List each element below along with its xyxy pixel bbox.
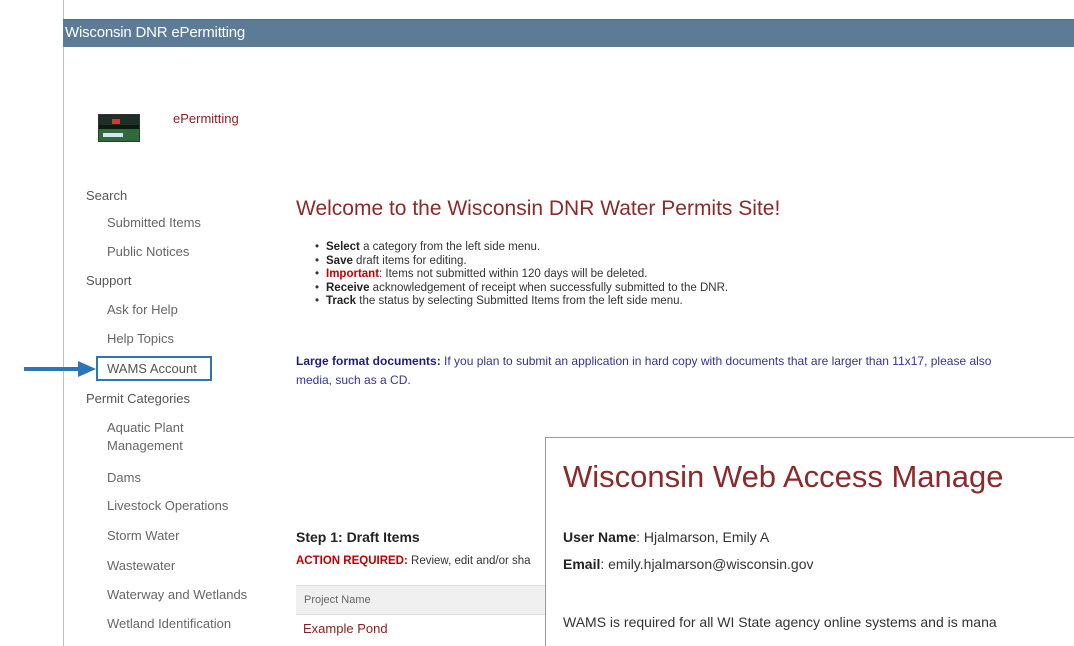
wams-popup-title: Wisconsin Web Access Manage: [563, 459, 1004, 494]
sidebar-item-public-notices[interactable]: Public Notices: [107, 244, 189, 259]
list-item: Track the status by selecting Submitted …: [315, 295, 728, 309]
list-item: Select a category from the left side men…: [315, 241, 728, 255]
sidebar-item-submitted-items[interactable]: Submitted Items: [107, 215, 201, 230]
sidebar-section-support[interactable]: Support: [86, 273, 132, 288]
arrow-right-icon: [24, 361, 96, 377]
wams-email: Email: emily.hjalmarson@wisconsin.gov: [563, 556, 814, 572]
top-header-bar: Wisconsin DNR ePermitting: [63, 19, 1074, 47]
wi-dnr-logo-icon[interactable]: [98, 114, 140, 142]
step1-heading: Step 1: Draft Items: [296, 529, 420, 545]
sidebar-section-permit-categories[interactable]: Permit Categories: [86, 391, 190, 406]
wams-account-popup: Wisconsin Web Access Manage User Name: H…: [545, 437, 1074, 646]
wams-account-highlight[interactable]: WAMS Account: [96, 356, 212, 381]
table-row-link[interactable]: Example Pond: [303, 621, 388, 636]
sidebar-item-wastewater[interactable]: Wastewater: [107, 558, 175, 573]
sidebar-item-dams[interactable]: Dams: [107, 470, 141, 485]
list-item: Receive acknowledgement of receipt when …: [315, 282, 728, 296]
app-title[interactable]: Wisconsin DNR ePermitting: [65, 24, 245, 41]
sidebar-section-search[interactable]: Search: [86, 188, 127, 203]
action-required-text: ACTION REQUIRED: Review, edit and/or sha: [296, 555, 531, 567]
sidebar-item-ask-for-help[interactable]: Ask for Help: [107, 302, 178, 317]
sidebar-item-waterway-and-wetlands[interactable]: Waterway and Wetlands: [107, 587, 247, 602]
sidebar-item-livestock-operations[interactable]: Livestock Operations: [107, 498, 228, 513]
sidebar-item-wetland-identification[interactable]: Wetland Identification: [107, 616, 231, 631]
brand-link[interactable]: ePermitting: [173, 111, 239, 126]
large-format-text-2: media, such as a CD.: [296, 373, 411, 387]
list-item: Save draft items for editing.: [315, 255, 728, 269]
sidebar-item-storm-water[interactable]: Storm Water: [107, 528, 179, 543]
large-format-notice: Large format documents: If you plan to s…: [296, 352, 1074, 390]
wams-description: WAMS is required for all WI State agency…: [563, 614, 997, 630]
table-header: Project Name: [296, 585, 546, 615]
welcome-heading: Welcome to the Wisconsin DNR Water Permi…: [296, 197, 781, 220]
sidebar-item-help-topics[interactable]: Help Topics: [107, 331, 174, 346]
wams-user-name: User Name: Hjalmarson, Emily A: [563, 529, 770, 545]
sidebar-item-aquatic-plant-management[interactable]: Aquatic Plant Management: [107, 419, 217, 455]
large-format-text: If you plan to submit an application in …: [440, 354, 992, 368]
action-required-label: ACTION REQUIRED:: [296, 555, 408, 567]
column-header-project-name[interactable]: Project Name: [304, 594, 371, 606]
large-format-label: Large format documents:: [296, 354, 441, 368]
instruction-list: Select a category from the left side men…: [315, 241, 728, 309]
sidebar-item-wams-account[interactable]: WAMS Account: [107, 361, 197, 376]
list-item: Important: Items not submitted within 12…: [315, 268, 728, 282]
